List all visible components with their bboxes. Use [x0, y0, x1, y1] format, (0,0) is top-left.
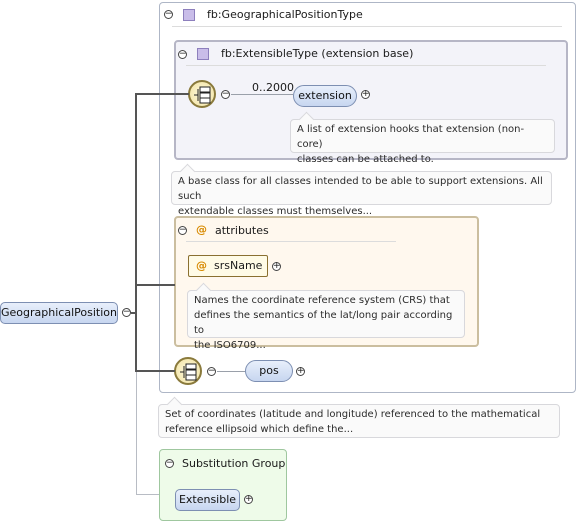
- type-doc-line-1: A base class for all classes intended to…: [178, 176, 543, 202]
- type-doc: A base class for all classes intended to…: [171, 163, 552, 217]
- root-doc: Set of coordinates (latitude and longitu…: [158, 396, 560, 438]
- pos-element[interactable]: pos: [245, 360, 293, 382]
- attributes-title: attributes: [215, 224, 269, 237]
- substitution-connector-vertical: [136, 372, 137, 494]
- srsname-doc: Names the coordinate reference system (C…: [187, 282, 465, 351]
- extension-occurrence: 0..2000: [252, 81, 294, 94]
- extension-type-icon: [197, 48, 209, 60]
- extension-doc-line-2: classes can be attached to.: [297, 154, 434, 165]
- type-title-divider: [172, 26, 562, 27]
- extensible-expand-icon[interactable]: +: [244, 495, 253, 504]
- srsname-label: srsName: [214, 259, 263, 272]
- root-element[interactable]: GeographicalPosition: [0, 302, 118, 324]
- srsname-expand-icon[interactable]: +: [272, 262, 281, 271]
- extension-doc-line-1: A list of extension hooks that extension…: [297, 124, 525, 150]
- pos-sequence-icon[interactable]: [174, 357, 202, 385]
- branch-to-extension: [135, 93, 189, 95]
- substitution-title: Substitution Group: [182, 457, 286, 470]
- type-title: fb:GeographicalPositionType: [207, 8, 363, 21]
- extension-base-divider: [186, 65, 546, 66]
- root-collapse-icon[interactable]: −: [122, 308, 131, 317]
- attributes-icon: @: [196, 223, 207, 236]
- srsname-doc-line-1: Names the coordinate reference system (C…: [194, 295, 450, 306]
- root-doc-line-2: reference ellipsoid which define the...: [165, 424, 354, 435]
- root-doc-line-1: Set of coordinates (latitude and longitu…: [165, 409, 541, 420]
- extension-connector: [231, 94, 293, 95]
- extension-sequence-icon[interactable]: [188, 80, 216, 108]
- pos-connector: [217, 371, 245, 372]
- complex-type-icon: [183, 9, 195, 21]
- extension-element[interactable]: extension: [293, 85, 357, 107]
- extension-expand-icon[interactable]: +: [361, 90, 370, 99]
- pos-expand-icon[interactable]: +: [296, 367, 305, 376]
- pos-sequence-collapse-icon[interactable]: −: [207, 367, 216, 376]
- branch-to-pos: [135, 370, 175, 372]
- extension-base-collapse-icon[interactable]: −: [178, 50, 187, 59]
- srsname-attribute[interactable]: @ srsName: [188, 255, 268, 277]
- srsname-attr-icon: @: [196, 259, 207, 272]
- extensible-element[interactable]: Extensible: [175, 489, 240, 511]
- attributes-divider: [186, 241, 396, 242]
- attributes-collapse-icon[interactable]: −: [178, 226, 187, 235]
- extension-sequence-collapse-icon[interactable]: −: [221, 90, 230, 99]
- substitution-collapse-icon[interactable]: −: [165, 459, 174, 468]
- type-collapse-icon[interactable]: −: [164, 10, 173, 19]
- root-branch-vertical: [135, 93, 137, 372]
- extension-base-title: fb:ExtensibleType (extension base): [221, 47, 414, 60]
- extension-doc: A list of extension hooks that extension…: [290, 111, 555, 165]
- srsname-doc-line-2: defines the semantics of the lat/long pa…: [194, 310, 453, 336]
- branch-to-attributes: [135, 284, 175, 286]
- srsname-doc-line-3: the ISO6709...: [194, 340, 266, 351]
